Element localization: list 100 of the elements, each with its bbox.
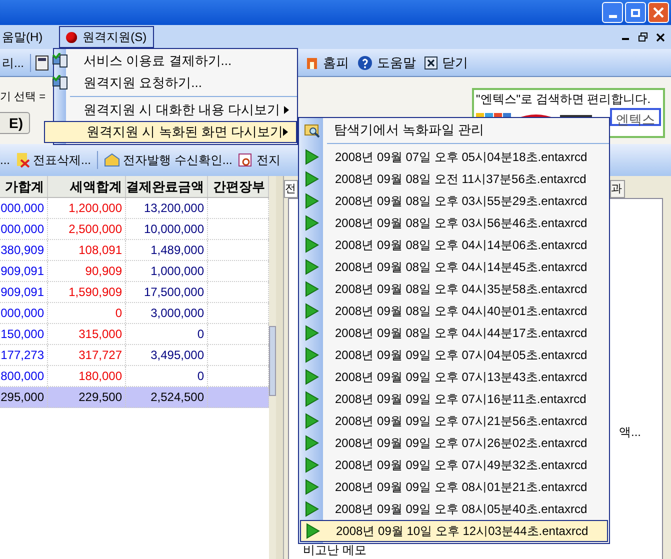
- table-cell-text: 0: [115, 305, 122, 322]
- note-text: 액...: [619, 424, 642, 441]
- recording-item[interactable]: 2008년 09월 08일 오후 03시56분46초.entaxrcd: [299, 212, 609, 234]
- table-cell-text: 180,000: [78, 368, 122, 385]
- recording-item[interactable]: 2008년 09월 07일 오후 05시04분18초.entaxrcd: [299, 146, 609, 168]
- recording-item[interactable]: 2008년 09월 09일 오후 08시01분21초.entaxrcd: [299, 476, 609, 498]
- play-icon: [305, 149, 319, 165]
- column-header[interactable]: 세액합계: [48, 176, 126, 197]
- recording-item[interactable]: 2008년 09월 09일 오후 07시13분43초.entaxrcd: [299, 366, 609, 388]
- table-cell-text: 0: [197, 326, 204, 343]
- column-header[interactable]: 결제완료금액: [126, 176, 208, 197]
- recording-item[interactable]: 2008년 09월 09일 오후 07시49분32초.entaxrcd: [299, 454, 609, 476]
- table-cell-text: 17,500,000: [144, 284, 204, 301]
- help-icon: [357, 54, 374, 70]
- play-icon: [305, 347, 319, 363]
- toolbar-button[interactable]: 전지: [238, 151, 280, 169]
- recording-item[interactable]: 2008년 09월 08일 오후 03시55분29초.entaxrcd: [299, 190, 609, 212]
- minimize-button[interactable]: [602, 2, 623, 23]
- table-cell-text: 1,000,000: [150, 263, 204, 280]
- menu-item[interactable]: 서비스 이용료 결제하기...: [42, 50, 297, 72]
- menu-item[interactable]: 움말(H): [0, 26, 49, 48]
- table-row[interactable]: 380,909 108,091 1,489,000: [0, 240, 269, 261]
- close-button[interactable]: [648, 2, 669, 23]
- toolbar-button[interactable]: 리...: [0, 54, 26, 72]
- menu-item[interactable]: 원격지원(S): [58, 26, 154, 48]
- play-icon: [305, 501, 319, 517]
- table-cell-text: 0: [197, 368, 204, 385]
- recording-item[interactable]: 2008년 09월 09일 오후 08시05분40초.entaxrcd: [299, 498, 609, 520]
- play-icon: [305, 193, 319, 209]
- table-cell-text: 229,500: [78, 389, 122, 406]
- table-row[interactable]: 150,000 315,000 0: [0, 324, 269, 345]
- table-cell-text: 1,489,000: [150, 242, 204, 259]
- panel-tab[interactable]: 과: [610, 180, 625, 198]
- toolbar-button[interactable]: 전표삭제...: [16, 151, 92, 169]
- table-cell-text: 909,091: [0, 263, 44, 280]
- recording-item[interactable]: 2008년 09월 08일 오후 04시14분06초.entaxrcd: [299, 234, 609, 256]
- memo-label: 비고난 메모: [303, 543, 368, 557]
- delete-document-icon: [16, 152, 30, 168]
- play-icon: [305, 457, 319, 473]
- table-row[interactable]: 000,000 1,200,000 13,200,000: [0, 198, 269, 219]
- table-cell-text: 108,091: [78, 242, 122, 259]
- restore-icon[interactable]: [638, 32, 648, 42]
- table-row[interactable]: 800,000 180,000 0: [0, 366, 269, 387]
- recording-item[interactable]: 2008년 09월 08일 오후 04시14분45초.entaxrcd: [299, 256, 609, 278]
- recording-item[interactable]: 2008년 09월 08일 오후 04시35분58초.entaxrcd: [299, 278, 609, 300]
- period-button[interactable]: E): [0, 112, 30, 134]
- table-cell-text: 1,590,909: [68, 284, 122, 301]
- table-cell-text: 13,200,000: [144, 200, 204, 217]
- ad-text: "엔텍스"로 검색하면 편리합니다.: [476, 91, 652, 108]
- table-row[interactable]: 909,091 1,590,909 17,500,000: [0, 282, 269, 303]
- home-icon: [305, 56, 320, 70]
- toolbar-button[interactable]: ...: [0, 151, 10, 169]
- table-cell-text: 90,909: [85, 263, 122, 280]
- panel-tab[interactable]: 전: [284, 180, 298, 198]
- menu-item[interactable]: 원격지원 시 녹화된 화면 다시보기: [44, 121, 297, 143]
- table-row[interactable]: 177,273 317,727 3,495,000: [0, 345, 269, 366]
- play-icon: [305, 413, 319, 429]
- recording-item[interactable]: 2008년 09월 08일 오후 04시44분17초.entaxrcd: [299, 322, 609, 344]
- close-icon: [424, 56, 438, 70]
- restore-button[interactable]: [625, 2, 646, 23]
- table-cell-text: 295,000: [0, 389, 44, 406]
- table-cell-text: 000,000: [0, 305, 44, 322]
- document-search-icon: [238, 152, 254, 168]
- table-cell-text: 000,000: [0, 200, 44, 217]
- play-icon: [305, 303, 319, 319]
- recording-item[interactable]: 2008년 09월 09일 오후 07시26분02초.entaxrcd: [299, 432, 609, 454]
- column-header[interactable]: 가합계: [0, 176, 48, 197]
- recording-item[interactable]: 2008년 09월 08일 오후 04시40분01초.entaxrcd: [299, 300, 609, 322]
- table-row[interactable]: 000,000 2,500,000 10,000,000: [0, 219, 269, 240]
- play-icon: [305, 435, 319, 451]
- play-icon: [306, 523, 320, 539]
- play-icon: [305, 479, 319, 495]
- table-cell-text: 1,200,000: [68, 200, 122, 217]
- record-icon: [66, 32, 77, 42]
- recording-item[interactable]: 2008년 09월 09일 오후 07시04분05초.entaxrcd: [299, 344, 609, 366]
- recording-item[interactable]: 2008년 09월 09일 오후 07시16분11초.entaxrcd: [299, 388, 609, 410]
- table-row[interactable]: 000,000 0 3,000,000: [0, 303, 269, 324]
- search-button[interactable]: 엔텍스: [610, 108, 661, 126]
- recording-item[interactable]: 2008년 09월 09일 오후 07시21분56초.entaxrcd: [299, 410, 609, 432]
- table-cell-text: 10,000,000: [144, 221, 204, 238]
- table-cell-text: 909,091: [0, 284, 44, 301]
- table-cell-text: 315,000: [78, 326, 122, 343]
- recording-item[interactable]: 2008년 09월 08일 오전 11시37분56초.entaxrcd: [299, 168, 609, 190]
- toolbar-button[interactable]: 도움말: [357, 52, 416, 72]
- toolbar-button[interactable]: 닫기: [424, 52, 468, 72]
- toolbar-button[interactable]: 홈피: [305, 52, 350, 72]
- table-row[interactable]: 295,000 229,500 2,524,500: [0, 387, 269, 408]
- close-icon[interactable]: [656, 32, 665, 42]
- table-cell-text: 2,524,500: [150, 389, 204, 406]
- envelope-icon: [104, 153, 120, 167]
- folder-search-icon: [304, 122, 320, 138]
- submenu-arrow-icon: [284, 106, 289, 114]
- recording-item[interactable]: 2008년 09월 10일 오후 12시03분44초.entaxrcd: [300, 520, 608, 542]
- play-icon: [305, 391, 319, 407]
- toolbar-button[interactable]: 전자발행 수신확인...: [104, 151, 232, 169]
- table-cell-text: 150,000: [0, 326, 44, 343]
- menu-item[interactable]: 탐색기에서 녹화파일 관리: [299, 119, 609, 141]
- table-cell-text: 3,000,000: [150, 305, 204, 322]
- table-row[interactable]: 909,091 90,909 1,000,000: [0, 261, 269, 282]
- table-cell-text: 2,500,000: [68, 221, 122, 238]
